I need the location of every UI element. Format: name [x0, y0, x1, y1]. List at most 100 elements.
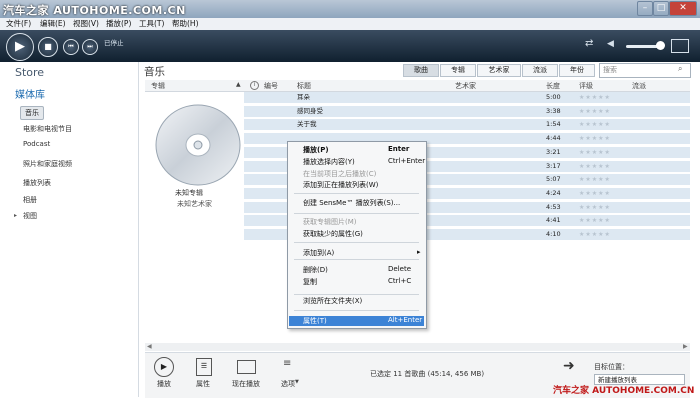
now-playing-icon[interactable]	[237, 360, 256, 374]
sidebar-item-music[interactable]: 音乐	[20, 106, 44, 120]
tab-genres[interactable]: 流派	[522, 64, 558, 77]
sidebar-item-movies[interactable]: 电影和电视节目	[23, 124, 72, 134]
context-menu-shortcut: Ctrl+Enter	[388, 157, 426, 165]
menu-help[interactable]: 帮助(H)	[172, 18, 199, 30]
col-artist[interactable]: 艺术家	[455, 81, 476, 91]
col-rating[interactable]: 评级	[579, 81, 593, 91]
maximize-button[interactable]: □	[653, 1, 669, 16]
volume-icon[interactable]: ◀	[607, 39, 614, 49]
col-number[interactable]: 编号	[264, 81, 278, 91]
context-menu-item[interactable]: 添加到(A)	[303, 248, 334, 258]
toolbar-options-label[interactable]: 选项	[281, 379, 295, 389]
rating-stars[interactable]: ★★★★★	[579, 188, 611, 199]
previous-icon[interactable]: ⏮	[63, 39, 79, 55]
context-menu-item[interactable]: 播放选择内容(Y)	[303, 157, 355, 167]
rating-stars[interactable]: ★★★★★	[579, 92, 611, 103]
options-icon[interactable]: ≡	[283, 358, 291, 369]
submenu-arrow-icon: ▸	[417, 248, 421, 256]
rating-stars[interactable]: ★★★★★	[579, 119, 611, 130]
context-menu-item[interactable]: 播放(P)	[303, 145, 329, 155]
col-album[interactable]: 专辑	[151, 81, 165, 91]
song-length: 3:38	[546, 106, 561, 115]
col-genre[interactable]: 流派	[632, 81, 646, 91]
next-icon[interactable]: ⏭	[82, 39, 98, 55]
scroll-left-icon[interactable]: ◀	[147, 343, 152, 350]
tab-songs[interactable]: 歌曲	[403, 64, 439, 77]
song-length: 3:21	[546, 147, 561, 156]
menu-edit[interactable]: 编辑(E)	[40, 18, 66, 30]
horizontal-scrollbar[interactable]	[145, 343, 690, 351]
context-menu-item[interactable]: 在当前项目之后播放(C)	[303, 169, 376, 179]
context-menu-item[interactable]: 添加到正在播放列表(W)	[303, 180, 378, 190]
menu-separator	[294, 242, 419, 243]
play-icon[interactable]: ▶	[6, 33, 34, 61]
rating-stars[interactable]: ★★★★★	[579, 202, 611, 213]
context-menu-item[interactable]: 复制	[303, 277, 317, 287]
scroll-right-icon[interactable]: ▶	[683, 343, 688, 350]
target-label: 目标位置：	[594, 363, 629, 371]
tab-albums[interactable]: 专辑	[440, 64, 476, 77]
song-title: 关于我	[297, 120, 317, 129]
rating-stars[interactable]: ★★★★★	[579, 229, 611, 240]
watermark: 汽车之家 AUTOHOME.COM.CN	[3, 4, 186, 17]
context-menu-item[interactable]: 属性(T)	[303, 316, 327, 326]
sidebar-item-albums[interactable]: 相册	[23, 195, 37, 205]
album-name: 未知专辑	[175, 189, 203, 197]
sidebar-store[interactable]: Store	[15, 66, 44, 79]
minimize-button[interactable]: –	[637, 1, 653, 16]
sort-up-icon[interactable]: ▲	[236, 81, 241, 88]
menu-view[interactable]: 视图(V)	[73, 18, 99, 30]
context-menu-item[interactable]: 删除(D)	[303, 265, 328, 275]
toolbar-play-label[interactable]: 播放	[157, 379, 171, 389]
col-length[interactable]: 长度	[546, 81, 560, 91]
context-menu-shortcut: Ctrl+C	[388, 277, 412, 285]
sidebar-item-playlists[interactable]: 播放列表	[23, 178, 51, 188]
context-menu-shortcut: Delete	[388, 265, 411, 273]
rating-stars[interactable]: ★★★★★	[579, 215, 611, 226]
repeat-icon[interactable]: ⇄	[585, 38, 593, 49]
rating-stars[interactable]: ★★★★★	[579, 147, 611, 158]
song-length: 3:17	[546, 161, 561, 170]
toolbar-now-playing-label[interactable]: 现在播放	[232, 379, 260, 389]
play-icon[interactable]: ▶	[154, 357, 174, 377]
search-icon[interactable]: ⌕	[678, 64, 682, 74]
stop-icon[interactable]: ■	[38, 37, 58, 57]
sidebar-item-views[interactable]: 视图	[23, 211, 37, 221]
rating-stars[interactable]: ★★★★★	[579, 174, 611, 185]
context-menu-item[interactable]: 创建 SensMe™ 播放列表(S)...	[303, 198, 400, 208]
tab-artists[interactable]: 艺术家	[477, 64, 521, 77]
song-length: 4:44	[546, 134, 561, 143]
rating-stars[interactable]: ★★★★★	[579, 106, 611, 117]
song-length: 1:54	[546, 120, 561, 129]
col-title[interactable]: 标题	[297, 81, 311, 91]
search-placeholder: 搜索	[603, 66, 617, 74]
expand-icon[interactable]: ▸	[14, 212, 17, 219]
miniplayer-icon[interactable]	[671, 39, 689, 53]
rating-stars[interactable]: ★★★★★	[579, 133, 611, 144]
volume-knob[interactable]	[656, 41, 665, 50]
rating-stars[interactable]: ★★★★★	[579, 161, 611, 172]
column-header	[145, 80, 690, 92]
close-button[interactable]: ✕	[669, 1, 697, 16]
context-menu-item[interactable]: 获取专辑图片(M)	[303, 217, 357, 227]
sidebar-item-podcast[interactable]: Podcast	[23, 140, 50, 148]
chevron-down-icon[interactable]: ▼	[295, 379, 299, 385]
sidebar-item-photos[interactable]: 照片和家庭视频	[23, 159, 72, 169]
table-row[interactable]: 感同身受 3:38 ★★★★★	[244, 105, 690, 118]
table-row[interactable]: 耳朵 5:00 ★★★★★	[244, 92, 690, 104]
tab-years[interactable]: 年份	[559, 64, 595, 77]
sidebar-library[interactable]: 媒体库	[15, 86, 45, 101]
properties-icon[interactable]: ☰	[196, 358, 212, 376]
song-title: 耳朵	[297, 93, 310, 101]
player-status: 已停止	[104, 39, 124, 47]
table-row[interactable]: 关于我 1:54 ★★★★★	[244, 119, 690, 132]
menu-tools[interactable]: 工具(T)	[139, 18, 164, 30]
toolbar-properties-label[interactable]: 属性	[196, 379, 210, 389]
song-length: 4:24	[546, 188, 561, 197]
context-menu-item[interactable]: 获取缺少的属性(G)	[303, 229, 363, 239]
menu-play[interactable]: 播放(P)	[106, 18, 131, 30]
info-icon[interactable]: i	[250, 81, 259, 90]
menu-file[interactable]: 文件(F)	[6, 18, 31, 30]
context-menu-item[interactable]: 浏览所在文件夹(X)	[303, 296, 362, 306]
arrow-right-icon[interactable]: ➜	[563, 358, 575, 374]
